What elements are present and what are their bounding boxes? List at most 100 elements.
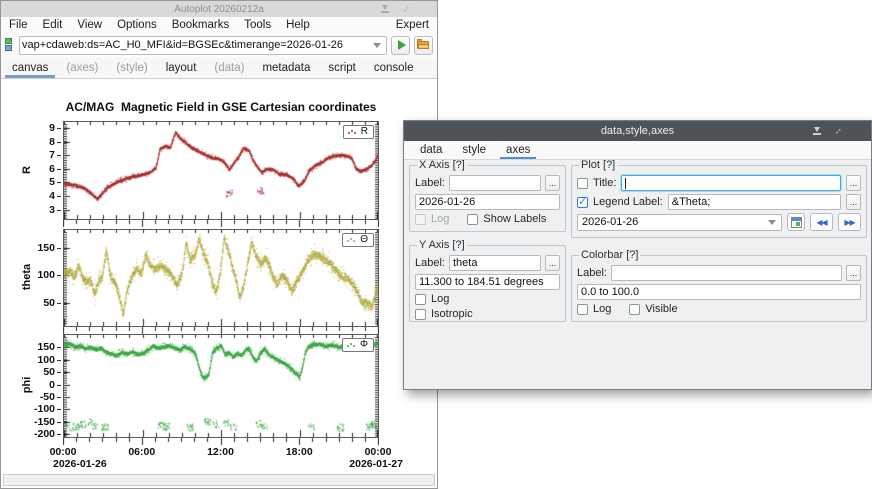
resize-window-icon[interactable]: ↔	[830, 123, 847, 140]
timerange-value: 2026-01-26	[582, 216, 765, 228]
x-log-label: Log	[431, 213, 449, 225]
pin-window-icon[interactable]	[379, 3, 391, 15]
y-tick-mark	[57, 248, 61, 249]
x-show-labels-checkbox[interactable]	[467, 214, 478, 225]
y-label-more-button[interactable]: ...	[545, 255, 560, 271]
x-range-input[interactable]	[416, 196, 559, 208]
tab-script[interactable]: script	[319, 59, 364, 78]
y-label-input[interactable]	[450, 257, 540, 269]
expert-menu[interactable]: Expert	[396, 19, 429, 31]
window-title: Autoplot 20260212a	[174, 4, 264, 15]
legend-label-more-button[interactable]: ...	[846, 194, 861, 210]
menu-bookmarks[interactable]: Bookmarks	[172, 19, 230, 31]
legend-label: Θ	[360, 234, 368, 245]
y-log-checkbox[interactable]	[415, 294, 426, 305]
menu-tools[interactable]: Tools	[244, 19, 271, 31]
plot-title: AC/MAG Magnetic Field in GSE Cartesian c…	[63, 100, 379, 114]
tab-metadata[interactable]: metadata	[253, 59, 319, 78]
colorbar-log-checkbox[interactable]	[577, 304, 588, 315]
menu-options[interactable]: Options	[117, 19, 157, 31]
window-menu-icon[interactable]	[853, 125, 865, 137]
y-axis-label-phi: phi	[21, 365, 33, 405]
tab-axes[interactable]: (axes)	[57, 59, 107, 78]
window-menu-icon[interactable]	[421, 3, 433, 15]
y-range-field[interactable]	[415, 274, 560, 290]
colorbar-range-field[interactable]	[577, 284, 861, 300]
uri-dropdown-icon[interactable]	[373, 43, 381, 48]
x-axis-ticks	[63, 327, 379, 335]
menu-edit[interactable]: Edit	[43, 19, 63, 31]
x-axis-ticks	[63, 438, 379, 446]
plot-title-caption: Title:	[593, 177, 616, 189]
legend-label-field[interactable]	[668, 194, 841, 210]
text-caret	[625, 178, 626, 189]
legend-theta[interactable]: Θ	[342, 233, 374, 247]
legend-label-input[interactable]	[669, 196, 840, 208]
plot-panel-theta[interactable]: Θ	[63, 229, 379, 327]
y-isotropic-checkbox[interactable]	[415, 309, 426, 320]
plot-panel-r[interactable]: R	[63, 121, 379, 220]
plot-canvas-phi[interactable]	[64, 335, 378, 437]
dialog-title: data,style,axes	[601, 125, 674, 137]
plot-panel-phi[interactable]: Φ	[63, 334, 379, 438]
play-icon	[398, 40, 406, 50]
plot-title-checkbox[interactable]	[577, 178, 588, 189]
colorbar-range-input[interactable]	[578, 286, 860, 298]
y-axis-group-title: Y Axis [?]	[417, 239, 467, 251]
next-interval-button[interactable]	[838, 213, 861, 231]
y-tick-mark	[57, 142, 61, 143]
uri-field-wrap[interactable]	[19, 36, 387, 55]
dialog-tab-data[interactable]: data	[410, 142, 452, 159]
tab-canvas[interactable]: canvas	[3, 59, 57, 78]
x-axis-end-date: 2026-01-27	[333, 458, 403, 470]
go-button[interactable]	[391, 36, 410, 55]
y-range-input[interactable]	[416, 276, 559, 288]
x-log-checkbox[interactable]	[415, 214, 426, 225]
inspect-button[interactable]	[414, 36, 433, 55]
x-label-caption: Label:	[415, 177, 445, 189]
menu-help[interactable]: Help	[286, 19, 310, 31]
tab-console[interactable]: console	[365, 59, 423, 78]
legend-label-checkbox[interactable]	[577, 197, 588, 208]
y-tick-mark	[57, 422, 61, 423]
main-titlebar[interactable]: Autoplot 20260212a ↔	[1, 1, 437, 17]
x-range-field[interactable]	[415, 194, 560, 210]
plot-canvas-r[interactable]	[64, 122, 378, 219]
legend-phi[interactable]: Φ	[342, 338, 374, 352]
tab-data[interactable]: (data)	[205, 59, 253, 78]
y-label-field[interactable]	[449, 255, 541, 271]
plot-canvas-theta[interactable]	[64, 230, 378, 326]
y-tick-mark	[57, 434, 61, 435]
x-label-more-button[interactable]: ...	[545, 175, 560, 191]
folder-icon	[417, 40, 430, 50]
x-label-field[interactable]	[449, 175, 541, 191]
colorbar-more-button[interactable]: ...	[846, 265, 861, 281]
menu-view[interactable]: View	[77, 19, 102, 31]
screen: Autoplot 20260212a ↔ File Edit View Options…	[0, 0, 872, 489]
legend-r[interactable]: R	[343, 125, 374, 139]
colorbar-label-field[interactable]	[611, 265, 842, 281]
combo-dropdown-icon[interactable]	[768, 220, 776, 225]
legend-label: Φ	[360, 339, 368, 350]
x-label-input[interactable]	[450, 177, 540, 189]
menu-file[interactable]: File	[9, 19, 28, 31]
plot-title-field[interactable]	[621, 175, 841, 191]
tab-layout[interactable]: layout	[157, 59, 206, 78]
plot-title-more-button[interactable]: ...	[846, 175, 861, 191]
colorbar-log-label: Log	[593, 303, 611, 315]
dialog-tab-style[interactable]: style	[452, 142, 496, 159]
resize-window-icon[interactable]: ↔	[398, 1, 415, 18]
plot-title-input[interactable]	[622, 177, 840, 189]
dialog-titlebar[interactable]: data,style,axes ↔	[404, 121, 871, 141]
tab-style[interactable]: (style)	[107, 59, 156, 78]
pin-window-icon[interactable]	[811, 125, 823, 137]
colorbar-label-input[interactable]	[612, 267, 841, 279]
colorbar-visible-checkbox[interactable]	[629, 304, 640, 315]
uri-input[interactable]	[22, 39, 370, 51]
timerange-combo[interactable]: 2026-01-26	[577, 214, 782, 231]
y-label-caption: Label:	[415, 257, 445, 269]
dialog-tab-axes[interactable]: axes	[496, 142, 540, 159]
previous-interval-button[interactable]	[810, 213, 833, 231]
calendar-button[interactable]	[787, 213, 805, 231]
y-tick-label: 150	[27, 242, 55, 254]
